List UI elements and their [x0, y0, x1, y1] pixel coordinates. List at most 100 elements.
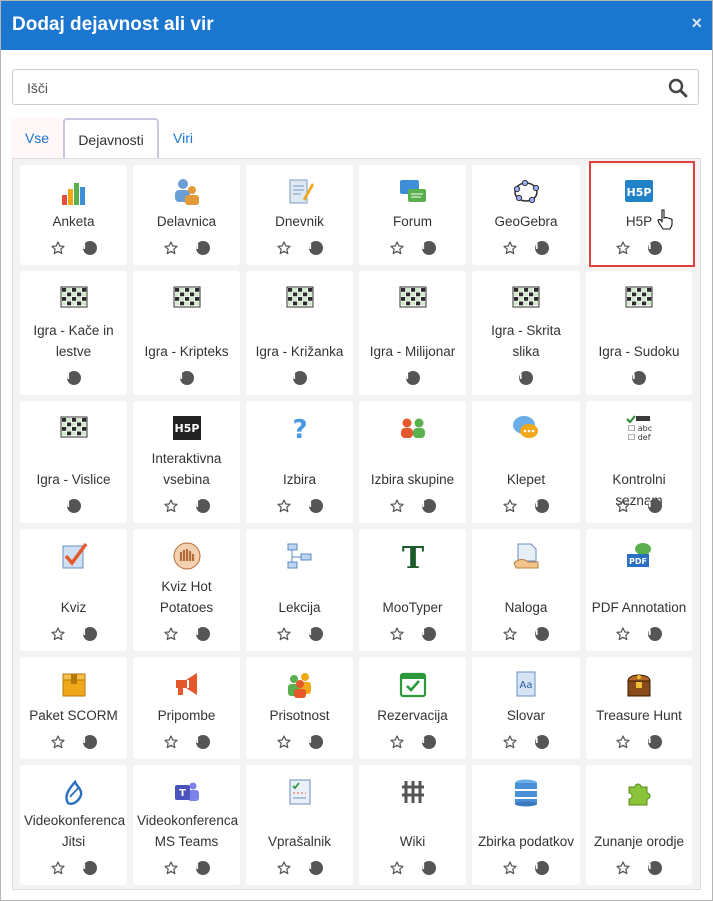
- activity-card[interactable]: Igra - Križanka i: [246, 271, 353, 395]
- activity-card[interactable]: GeoGebra i: [472, 165, 580, 265]
- star-icon[interactable]: [50, 735, 65, 749]
- activity-card[interactable]: Igra - Kače in lestve i: [20, 271, 127, 395]
- activity-card[interactable]: Lekcija i: [246, 529, 353, 651]
- star-icon[interactable]: [163, 241, 178, 255]
- info-icon[interactable]: i: [292, 371, 307, 385]
- info-icon[interactable]: i: [421, 627, 436, 641]
- activity-card[interactable]: ? Izbira i: [246, 401, 353, 523]
- star-icon[interactable]: [503, 499, 517, 513]
- star-icon[interactable]: [389, 627, 404, 641]
- activity-card[interactable]: Prisotnost i: [246, 657, 353, 759]
- star-icon[interactable]: [503, 861, 517, 875]
- star-icon[interactable]: [276, 861, 291, 875]
- activity-card[interactable]: Forum i: [359, 165, 466, 265]
- activity-card[interactable]: Treasure Hunt i: [586, 657, 692, 759]
- info-icon[interactable]: i: [535, 241, 549, 255]
- search-input[interactable]: [14, 71, 669, 105]
- star-icon[interactable]: [163, 735, 178, 749]
- activity-card[interactable]: Videokonferenca Jitsi i: [20, 765, 127, 885]
- activity-card[interactable]: Igra - Kripteks i: [133, 271, 240, 395]
- info-icon[interactable]: i: [308, 735, 323, 749]
- activity-card[interactable]: ☐ abc ☐ def Kontrolni seznam i: [586, 401, 692, 523]
- activity-card[interactable]: Igra - Milijonar i: [359, 271, 466, 395]
- star-icon[interactable]: [616, 499, 630, 513]
- activity-card[interactable]: Zbirka podatkov i: [472, 765, 580, 885]
- star-icon[interactable]: [389, 241, 404, 255]
- star-icon[interactable]: [389, 861, 404, 875]
- info-icon[interactable]: i: [535, 861, 549, 875]
- star-icon[interactable]: [163, 627, 178, 641]
- activity-card[interactable]: Rezervacija i: [359, 657, 466, 759]
- info-icon[interactable]: i: [648, 499, 662, 513]
- info-icon[interactable]: i: [195, 499, 210, 513]
- info-icon[interactable]: i: [648, 735, 662, 749]
- info-icon[interactable]: i: [82, 241, 97, 255]
- star-icon[interactable]: [276, 499, 291, 513]
- activity-card[interactable]: Vprašalnik i: [246, 765, 353, 885]
- info-icon[interactable]: i: [179, 371, 194, 385]
- star-icon[interactable]: [503, 735, 517, 749]
- star-icon[interactable]: [163, 861, 178, 875]
- activity-card[interactable]: Izbira skupine i: [359, 401, 466, 523]
- close-icon[interactable]: ×: [691, 13, 702, 34]
- star-icon[interactable]: [503, 241, 517, 255]
- info-icon[interactable]: i: [66, 371, 81, 385]
- activity-card[interactable]: Pripombe i: [133, 657, 240, 759]
- tab-all[interactable]: Vse: [11, 118, 63, 158]
- star-icon[interactable]: [389, 499, 404, 513]
- info-icon[interactable]: i: [308, 241, 323, 255]
- star-icon[interactable]: [50, 627, 65, 641]
- info-icon[interactable]: i: [82, 735, 97, 749]
- info-icon[interactable]: i: [648, 861, 662, 875]
- info-icon[interactable]: i: [519, 371, 533, 385]
- activity-card[interactable]: Igra - Skrita slika i: [472, 271, 580, 395]
- activity-card[interactable]: Paket SCORM i: [20, 657, 127, 759]
- star-icon[interactable]: [616, 627, 630, 641]
- info-icon[interactable]: i: [421, 499, 436, 513]
- activity-card[interactable]: Wiki i: [359, 765, 466, 885]
- info-icon[interactable]: i: [195, 861, 210, 875]
- info-icon[interactable]: i: [195, 627, 210, 641]
- activity-card[interactable]: Klepet i: [472, 401, 580, 523]
- tab-resources[interactable]: Viri: [163, 118, 203, 158]
- info-icon[interactable]: i: [405, 371, 420, 385]
- info-icon[interactable]: i: [632, 371, 646, 385]
- star-icon[interactable]: [276, 735, 291, 749]
- star-icon[interactable]: [50, 241, 65, 255]
- info-icon[interactable]: i: [308, 499, 323, 513]
- activity-card[interactable]: Delavnica i: [133, 165, 240, 265]
- activity-card[interactable]: T Videokonferenca MS Teams i: [133, 765, 240, 885]
- activity-card[interactable]: PDF PDF Annotation i: [586, 529, 692, 651]
- info-icon[interactable]: i: [535, 627, 549, 641]
- star-icon[interactable]: [276, 627, 291, 641]
- tab-activities[interactable]: Dejavnosti: [63, 118, 159, 160]
- info-icon[interactable]: i: [195, 241, 210, 255]
- activity-card[interactable]: Aa Slovar i: [472, 657, 580, 759]
- star-icon[interactable]: [616, 861, 630, 875]
- info-icon[interactable]: i: [421, 241, 436, 255]
- info-icon[interactable]: i: [82, 861, 97, 875]
- star-icon[interactable]: [163, 499, 178, 513]
- activity-card[interactable]: Naloga i: [472, 529, 580, 651]
- info-icon[interactable]: i: [66, 499, 81, 513]
- star-icon[interactable]: [50, 861, 65, 875]
- activity-card[interactable]: Kviz Hot Potatoes i: [133, 529, 240, 651]
- info-icon[interactable]: i: [421, 735, 436, 749]
- star-icon[interactable]: [616, 735, 630, 749]
- info-icon[interactable]: i: [535, 735, 549, 749]
- activity-card[interactable]: Zunanje orodje i: [586, 765, 692, 885]
- info-icon[interactable]: i: [308, 627, 323, 641]
- activity-card[interactable]: Igra - Sudoku i: [586, 271, 692, 395]
- info-icon[interactable]: i: [421, 861, 436, 875]
- info-icon[interactable]: i: [535, 499, 549, 513]
- activity-card[interactable]: Igra - Vislice i: [20, 401, 127, 523]
- activity-card[interactable]: H5P Interaktivna vsebina i: [133, 401, 240, 523]
- info-icon[interactable]: i: [308, 861, 323, 875]
- activity-card[interactable]: Kviz i: [20, 529, 127, 651]
- star-icon[interactable]: [276, 241, 291, 255]
- activity-card[interactable]: Dnevnik i: [246, 165, 353, 265]
- info-icon[interactable]: i: [195, 735, 210, 749]
- info-icon[interactable]: i: [648, 627, 662, 641]
- info-icon[interactable]: i: [82, 627, 97, 641]
- activity-card[interactable]: T MooTyper i: [359, 529, 466, 651]
